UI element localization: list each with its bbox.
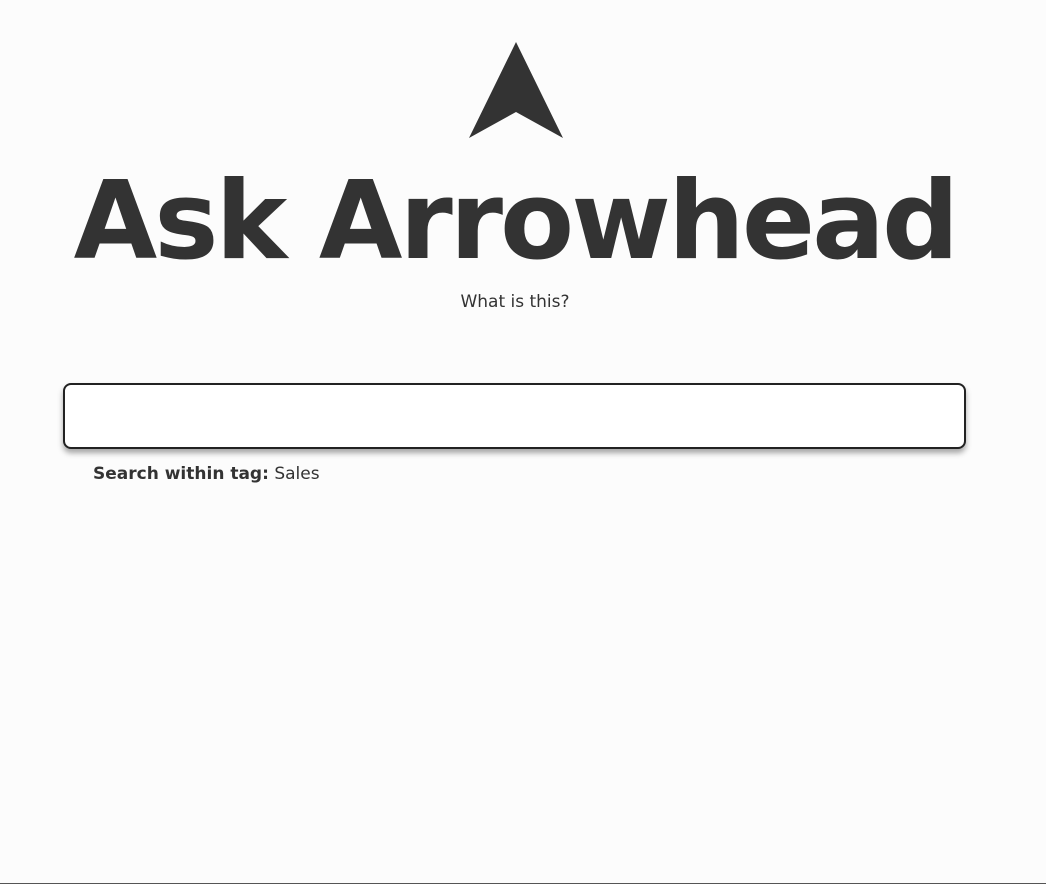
page: Ask Arrowhead What is this? Search withi… [0, 0, 1046, 884]
search-input[interactable] [63, 383, 966, 449]
search-tag-filter: Search within tag: Sales [93, 462, 320, 486]
tag-value: Sales [274, 464, 320, 484]
tag-label: Search within tag: [93, 464, 269, 484]
page-title: Ask Arrowhead [73, 159, 960, 284]
arrowhead-icon [469, 42, 563, 138]
what-is-this-link[interactable]: What is this? [0, 290, 1030, 314]
